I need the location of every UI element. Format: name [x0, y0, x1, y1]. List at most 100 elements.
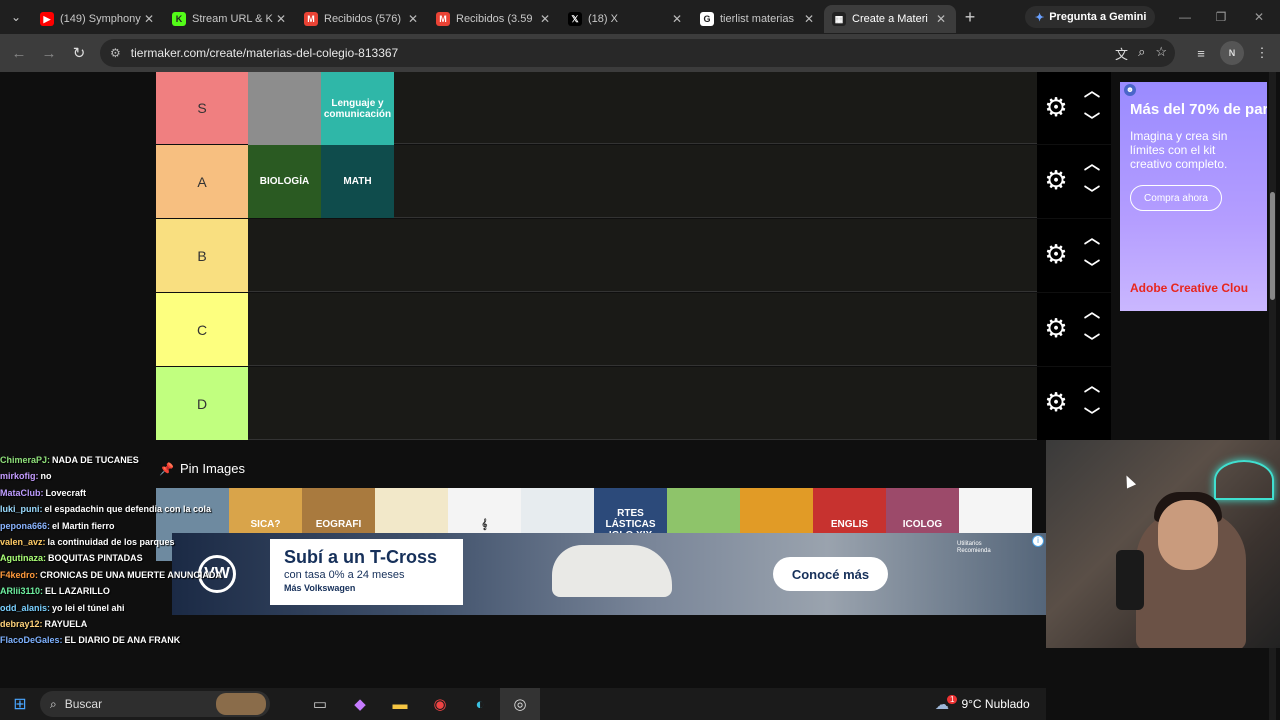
microphone	[1116, 550, 1144, 610]
move-tier-up-chevron-icon[interactable]: ︿	[1081, 379, 1103, 395]
car-image	[552, 545, 672, 597]
windows-taskbar: ⊞ ⌕ Buscar ▭ ◆ ▬ ◉ ◐ ◎ ☁ 1 9°C Nublado	[0, 688, 1046, 720]
gmail-icon: M	[436, 12, 450, 26]
forward-button[interactable]: →	[34, 45, 64, 62]
browser-tab[interactable]: Gtierlist materias ✕	[692, 5, 824, 33]
obs-icon[interactable]: ◎	[500, 688, 540, 720]
move-tier-down-chevron-icon[interactable]: ﹀	[1081, 114, 1103, 130]
chat-username: mirkofig:	[0, 471, 39, 482]
tier-item-statue[interactable]	[248, 72, 321, 145]
move-tier-up-chevron-icon[interactable]: ︿	[1081, 305, 1103, 321]
browser-tab[interactable]: K Stream URL & K ✕	[164, 5, 296, 33]
tier-settings-gear-icon[interactable]: ⚙	[1043, 241, 1069, 267]
tier-settings-gear-icon[interactable]: ⚙	[1043, 389, 1069, 415]
reload-button[interactable]: ↻	[64, 44, 94, 62]
chat-text: el espadachin que defendia con la cola	[44, 504, 212, 515]
windows-start-icon[interactable]: ⊞	[0, 694, 40, 714]
tier-label[interactable]: B	[156, 219, 248, 292]
move-tier-up-chevron-icon[interactable]: ︿	[1081, 84, 1103, 100]
move-tier-up-chevron-icon[interactable]: ︿	[1081, 231, 1103, 247]
edge-icon[interactable]: ◐	[460, 688, 500, 720]
scrollbar-thumb[interactable]	[1270, 192, 1275, 300]
adobe-side-ad[interactable]: ☻ Más del 70% de para estudiante Imagina…	[1120, 82, 1267, 311]
vw-ad-tag: Utilitarios Recomienda	[957, 541, 991, 554]
media-control-icon[interactable]: ≡	[1189, 41, 1213, 65]
chrome-icon[interactable]: ◉	[420, 688, 460, 720]
bookmark-star-icon[interactable]: ☆	[1155, 44, 1167, 63]
close-tab-icon[interactable]: ✕	[406, 12, 420, 26]
tier-item-lenguaje[interactable]: Lenguaje y comunicación	[321, 72, 394, 145]
move-tier-down-chevron-icon[interactable]: ﹀	[1081, 187, 1103, 203]
chat-username: FlacoDeGales:	[0, 635, 63, 646]
tier-row-s: S Lenguaje y comunicación ⚙ ︿ ﹀	[156, 72, 1111, 145]
chat-message: luki_puni: el espadachin que defendia con…	[0, 501, 300, 517]
copilot-icon[interactable]: ◆	[340, 688, 380, 720]
move-tier-down-chevron-icon[interactable]: ﹀	[1081, 261, 1103, 277]
close-tab-icon[interactable]: ✕	[802, 12, 816, 26]
browser-tab[interactable]: ▶ (149) Symphony ✕	[32, 5, 164, 33]
kick-icon: K	[172, 12, 186, 26]
close-tab-icon[interactable]: ✕	[538, 12, 552, 26]
gmail-icon: M	[304, 12, 318, 26]
taskbar-search[interactable]: ⌕ Buscar	[40, 691, 270, 717]
tier-label[interactable]: S	[156, 72, 248, 144]
youtube-icon: ▶	[40, 12, 54, 26]
close-window-button[interactable]: ✕	[1236, 0, 1280, 34]
new-tab-button[interactable]: +	[956, 7, 984, 28]
chat-username: luki_puni:	[0, 504, 43, 515]
tier-controls: ⚙ ︿ ﹀	[1037, 219, 1111, 292]
close-tab-icon[interactable]: ✕	[274, 12, 288, 26]
tier-item-math[interactable]: MATH	[321, 145, 394, 218]
tab-title: Recibidos (3.59	[456, 13, 533, 25]
browser-tab[interactable]: M Recibidos (3.59 ✕	[428, 5, 560, 33]
tier-label[interactable]: D	[156, 367, 248, 440]
gemini-button[interactable]: ✦ Pregunta a Gemini	[1025, 6, 1155, 28]
zoom-icon[interactable]: ⌕	[1138, 44, 1145, 63]
vw-cta-button[interactable]: Conocé más	[773, 557, 888, 591]
tier-drop-zone[interactable]	[248, 367, 1037, 440]
close-tab-icon[interactable]: ✕	[934, 12, 948, 26]
chat-message: debray12: RAYUELA	[0, 616, 300, 632]
ad-info-icon[interactable]: i	[1032, 535, 1044, 547]
tier-drop-zone[interactable]	[248, 293, 1037, 366]
ad-body: Imagina y crea sin límites con el kit cr…	[1130, 129, 1228, 171]
tier-settings-gear-icon[interactable]: ⚙	[1043, 167, 1069, 193]
browser-tab[interactable]: 𝕏 (18) X ✕	[560, 5, 692, 33]
tier-drop-zone[interactable]	[248, 219, 1037, 292]
tier-settings-gear-icon[interactable]: ⚙	[1043, 94, 1069, 120]
vw-ad-brand: Más Volkswagen	[284, 583, 356, 593]
back-button[interactable]: ←	[4, 45, 34, 62]
profile-avatar[interactable]: N	[1220, 41, 1244, 65]
address-bar[interactable]: ⚙ tiermaker.com/create/materias-del-cole…	[100, 39, 1175, 67]
search-highlight-image	[216, 693, 266, 715]
tier-label[interactable]: C	[156, 293, 248, 366]
chat-message: F4kedro: CRONICAS DE UNA MUERTE ANUNCIADA	[0, 567, 300, 583]
move-tier-up-chevron-icon[interactable]: ︿	[1081, 157, 1103, 173]
browser-menu-icon[interactable]: ⋮	[1250, 41, 1274, 65]
task-view-icon[interactable]: ▭	[300, 688, 340, 720]
close-tab-icon[interactable]: ✕	[670, 12, 684, 26]
file-explorer-icon[interactable]: ▬	[380, 688, 420, 720]
chat-message: FlacoDeGales: EL DIARIO DE ANA FRANK	[0, 632, 300, 648]
translate-icon[interactable]: 文	[1115, 44, 1128, 63]
ad-buy-button[interactable]: Compra ahora	[1130, 185, 1222, 211]
tier-drop-zone[interactable]: BIOLOGÍA MATH	[248, 145, 1037, 218]
close-tab-icon[interactable]: ✕	[142, 12, 156, 26]
browser-tab[interactable]: ▦ Create a Materi ✕	[824, 5, 956, 33]
site-info-icon[interactable]: ⚙	[110, 46, 121, 60]
tier-drop-zone[interactable]: Lenguaje y comunicación	[248, 72, 1037, 145]
tier-label[interactable]: A	[156, 145, 248, 218]
browser-tab[interactable]: M Recibidos (576) ✕	[296, 5, 428, 33]
tier-settings-gear-icon[interactable]: ⚙	[1043, 315, 1069, 341]
chat-username: odd_alanis:	[0, 602, 51, 613]
webcam-overlay	[1046, 440, 1280, 648]
volkswagen-banner-ad[interactable]: VW Subí a un T-Cross con tasa 0% a 24 me…	[172, 533, 1046, 615]
chat-message: odd_alanis: yo lei el túnel ahi	[0, 600, 300, 616]
tier-controls: ⚙ ︿ ﹀	[1037, 367, 1111, 440]
move-tier-down-chevron-icon[interactable]: ﹀	[1081, 335, 1103, 351]
weather-widget[interactable]: ☁ 1 9°C Nublado	[935, 688, 1030, 720]
tier-item-biologia[interactable]: BIOLOGÍA	[248, 145, 321, 218]
move-tier-down-chevron-icon[interactable]: ﹀	[1081, 409, 1103, 425]
tab-search-button[interactable]: ⌄	[0, 0, 32, 34]
tier-row-c: C ⚙ ︿ ﹀	[156, 293, 1111, 367]
